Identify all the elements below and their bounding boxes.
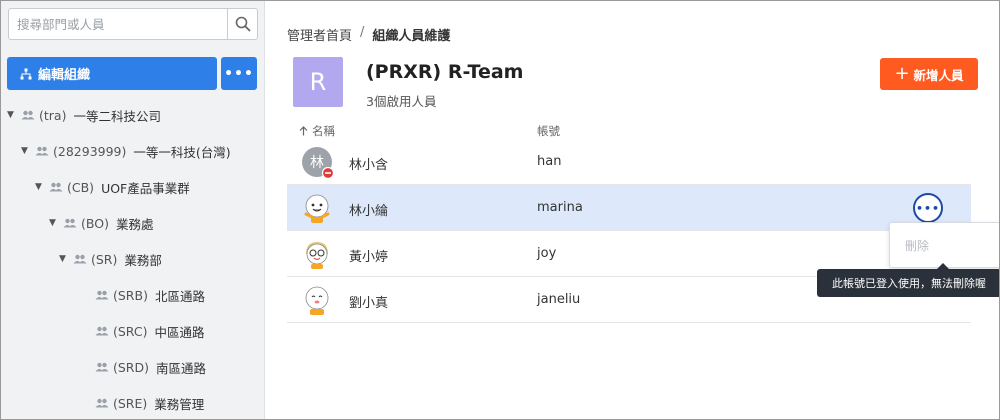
column-header-name[interactable]: 名稱 — [299, 123, 335, 139]
tree-node[interactable]: ▼ (SR) 業務部 — [59, 241, 162, 277]
breadcrumb: 管理者首頁 / 組織人員維護 — [287, 25, 450, 44]
user-account: joy — [537, 246, 557, 261]
tree-node-label: 中區通路 — [154, 324, 205, 340]
sidebar-more-button[interactable]: ••• — [221, 57, 257, 90]
plus-icon: + — [894, 63, 910, 84]
table-header: 名稱 帳號 — [287, 119, 971, 141]
user-avatar-char: 林 — [310, 155, 324, 171]
tree-node[interactable]: (SRC) 中區通路 — [81, 313, 205, 349]
tree-node-label: 北區通路 — [154, 288, 205, 304]
caret-down-icon[interactable]: ▼ — [49, 218, 59, 228]
active-member-count: 3個啟用人員 — [366, 94, 437, 109]
edit-organization-button[interactable]: 編輯組織 — [7, 57, 217, 90]
group-icon — [95, 362, 109, 372]
user-avatar — [306, 242, 328, 269]
group-icon — [73, 254, 87, 264]
caret-down-icon[interactable]: ▼ — [35, 182, 45, 192]
group-icon — [95, 290, 109, 300]
tree-node-code: (BO) — [81, 215, 109, 231]
tree-node-label: UOF產品事業群 — [101, 180, 190, 196]
user-avatar — [305, 286, 329, 315]
page-title: (PRXR) R-Team — [366, 61, 524, 83]
search-button[interactable] — [227, 9, 257, 39]
search-input[interactable] — [9, 9, 229, 39]
team-avatar: R — [293, 57, 343, 107]
tree-node-code: (SRE) — [113, 395, 148, 411]
tree-node-code: (tra) — [39, 107, 67, 123]
sidebar: 編輯組織 ••• ▼ (tra) 一等二科技公司 ▼ (28293999) 一等一科技(台… — [1, 1, 265, 419]
tree-node-code: (SRB) — [113, 287, 148, 303]
tree-node-label: 業務部 — [124, 252, 162, 268]
user-account: janeliu — [537, 292, 581, 307]
tree-node-label: 南區通路 — [156, 360, 207, 376]
table-row[interactable]: 林小綸 marina ••• — [287, 185, 971, 231]
column-header-account[interactable]: 帳號 — [537, 123, 560, 139]
group-icon — [21, 110, 35, 120]
user-avatar — [304, 194, 330, 223]
tree-node-label: 業務處 — [115, 216, 154, 232]
user-avatar: 林 — [302, 147, 333, 178]
caret-down-icon[interactable]: ▼ — [7, 110, 17, 120]
tree-node[interactable]: (SRD) 南區通路 — [81, 349, 206, 385]
user-account: marina — [537, 200, 583, 215]
tree-node-code: (28293999) — [53, 143, 127, 159]
row-action-menu: 刪除 — [889, 222, 999, 268]
tree-node[interactable]: ▼ (tra) 一等二科技公司 — [7, 97, 161, 133]
tree-node-code: (SRC) — [113, 323, 148, 339]
group-icon — [95, 398, 109, 408]
tree-node[interactable]: ▼ (28293999) 一等一科技(台灣) — [21, 133, 231, 169]
breadcrumb-current: 組織人員維護 — [372, 29, 451, 44]
tree-node-code: (CB) — [67, 179, 95, 195]
user-name: 黃小婷 — [349, 250, 389, 265]
add-member-label: 新增人員 — [913, 67, 964, 83]
search-box — [8, 8, 258, 40]
group-icon — [95, 326, 109, 336]
user-name: 林小綸 — [349, 204, 389, 219]
row-more-button[interactable]: ••• — [913, 193, 943, 223]
breadcrumb-home[interactable]: 管理者首頁 — [287, 25, 352, 44]
add-member-button[interactable]: + 新增人員 — [880, 58, 978, 90]
search-icon — [235, 16, 250, 32]
tree-node-label: 一等二科技公司 — [73, 108, 161, 124]
tree-node[interactable]: ▼ (BO) 業務處 — [49, 205, 153, 241]
app-window: 編輯組織 ••• ▼ (tra) 一等二科技公司 ▼ (28293999) 一等一科技(台… — [0, 0, 1000, 420]
table-row[interactable]: 林 林小含 han — [287, 139, 971, 185]
tree-node[interactable]: ▼ (CB) UOF產品事業群 — [35, 169, 190, 205]
caret-down-icon[interactable]: ▼ — [59, 254, 69, 264]
caret-down-icon[interactable]: ▼ — [21, 146, 31, 156]
tree-node-label: 業務管理 — [154, 396, 205, 412]
main-panel: 管理者首頁 / 組織人員維護 R (PRXR) R-Team 3個啟用人員 + … — [265, 1, 999, 419]
delete-menu-item[interactable]: 刪除 — [905, 237, 929, 254]
user-name: 劉小真 — [349, 296, 389, 311]
arrow-up-icon — [299, 126, 308, 136]
group-icon — [35, 146, 49, 156]
org-chart-icon — [20, 68, 32, 79]
group-icon — [63, 218, 77, 228]
group-icon — [49, 182, 63, 192]
tree-node-code: (SRD) — [113, 359, 149, 375]
edit-organization-label: 編輯組織 — [38, 68, 91, 83]
tree-node[interactable]: (SRE) 業務管理 — [81, 385, 205, 419]
tree-node-code: (SR) — [91, 251, 118, 267]
column-header-name-label: 名稱 — [312, 124, 335, 138]
user-name: 林小含 — [349, 158, 389, 173]
delete-disabled-tooltip: 此帳號已登入使用，無法刪除喔 — [817, 263, 999, 297]
user-account: han — [537, 154, 562, 169]
breadcrumb-separator: / — [360, 25, 365, 40]
tree-node-label: 一等一科技(台灣) — [133, 144, 231, 160]
tree-node[interactable]: (SRB) 北區通路 — [81, 277, 205, 313]
